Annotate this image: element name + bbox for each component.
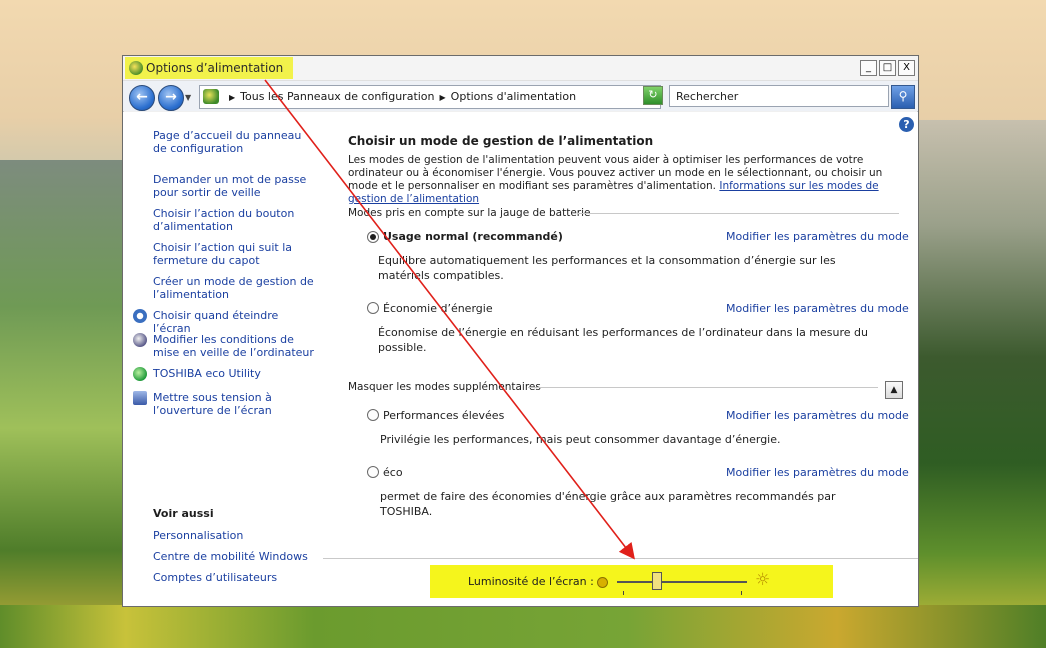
address-field[interactable]: ▶ Tous les Panneaux de configuration ▶ Opti… [199, 85, 707, 109]
window-title: Options d’alimentation [146, 61, 284, 75]
see-also-personalization[interactable]: Personnalisation [153, 529, 318, 542]
plan-settings-link-high-performance[interactable]: Modifier les paramètres du mode [726, 409, 909, 422]
plan-radio-balanced[interactable] [367, 231, 379, 243]
hide-additional-plans-label[interactable]: Masquer les modes supplémentaires [348, 381, 541, 393]
bright-sun-icon: ☼ [755, 570, 771, 590]
lid-open-icon [133, 391, 147, 405]
intro-text: Les modes de gestion de l'alimentation p… [348, 154, 893, 206]
search-icon[interactable]: ⚲ [891, 85, 915, 109]
plan-radio-power-saver[interactable] [367, 302, 379, 314]
power-options-icon [129, 61, 143, 75]
plan-radio-eco[interactable] [367, 466, 379, 478]
breadcrumb-control-panel[interactable]: Tous les Panneaux de configuration [240, 90, 434, 103]
sidebar-link-turn-off-display[interactable]: Choisir quand éteindre l’écran [153, 309, 318, 335]
wallpaper-right [916, 120, 1046, 648]
breadcrumb-power-options[interactable]: Options d'alimentation [451, 90, 576, 103]
collapse-arrow-icon[interactable]: ▲ [885, 381, 903, 399]
plan-settings-link-power-saver[interactable]: Modifier les paramètres du mode [726, 302, 909, 315]
plan-desc-balanced: Equilibre automatiquement les performanc… [378, 254, 836, 282]
breadcrumb-arrow-icon[interactable]: ▶ [229, 93, 235, 102]
sidebar-link-sleep-settings[interactable]: Modifier les conditions de mise en veill… [153, 333, 318, 359]
toshiba-eco-icon [133, 367, 147, 381]
plan-name-eco[interactable]: éco [383, 466, 403, 479]
address-bar: ← → ▼ ▶ Tous les Panneaux de configuratio… [123, 81, 918, 111]
search-input[interactable] [669, 85, 889, 107]
wallpaper-bottom [0, 605, 1046, 648]
slider-tick [741, 591, 742, 595]
sidebar-link-create-plan[interactable]: Créer un mode de gestion de l’alimentati… [153, 275, 318, 301]
brightness-label: Luminosité de l’écran : [468, 575, 594, 588]
dim-sun-icon [597, 577, 608, 588]
display-clock-icon [133, 309, 147, 323]
plan-name-power-saver[interactable]: Économie d’énergie [383, 302, 493, 315]
title-bar[interactable]: Options d’alimentation _ □ X [123, 56, 918, 81]
wallpaper-left [0, 160, 140, 648]
plan-desc-eco: permet de faire des économies d'énergie … [380, 490, 836, 518]
maximize-button[interactable]: □ [879, 60, 896, 76]
plan-desc-power-saver: Économise de l’énergie en réduisant les … [378, 326, 868, 354]
help-icon[interactable]: ? [899, 117, 914, 132]
close-button[interactable]: X [898, 60, 915, 76]
sleep-moon-icon [133, 333, 147, 347]
see-also-user-accounts[interactable]: Comptes d’utilisateurs [153, 571, 318, 584]
sidebar-link-power-button[interactable]: Choisir l’action du bouton d’alimentatio… [153, 207, 318, 233]
recent-pages-dropdown-icon[interactable]: ▼ [185, 93, 191, 102]
plan-settings-link-eco[interactable]: Modifier les paramètres du mode [726, 466, 909, 479]
bottom-divider [323, 558, 918, 559]
slider-tick [623, 591, 624, 595]
plan-settings-link-balanced[interactable]: Modifier les paramètres du mode [726, 230, 909, 243]
plan-radio-high-performance[interactable] [367, 409, 379, 421]
page-title: Choisir un mode de gestion de l’alimenta… [348, 134, 654, 148]
minimize-button[interactable]: _ [860, 60, 877, 76]
sidebar-link-wake-password[interactable]: Demander un mot de passe pour sortir de … [153, 173, 318, 199]
brightness-control: Luminosité de l’écran : ☼ [430, 565, 833, 598]
see-also-title: Voir aussi [153, 507, 214, 520]
section-divider [528, 387, 878, 388]
battery-meter-plans-label: Modes pris en compte sur la jauge de bat… [348, 207, 591, 219]
task-pane: Page d’accueil du panneau de configurati… [123, 112, 323, 606]
sidebar-link-lid-close[interactable]: Choisir l’action qui suit la fermeture d… [153, 241, 318, 267]
sidebar-link-home[interactable]: Page d’accueil du panneau de configurati… [153, 129, 318, 155]
breadcrumb-arrow-icon[interactable]: ▶ [440, 93, 446, 102]
plan-desc-high-performance: Privilégie les performances, mais peut c… [380, 433, 781, 446]
section-divider [577, 213, 899, 214]
plan-name-balanced[interactable]: Usage normal (recommandé) [383, 230, 563, 243]
power-options-window: Options d’alimentation _ □ X ← → ▼ ▶ Tous… [122, 55, 919, 607]
see-also-mobility-center[interactable]: Centre de mobilité Windows [153, 550, 318, 563]
refresh-icon[interactable]: ↻ [643, 86, 663, 105]
sidebar-link-power-on-lid-open[interactable]: Mettre sous tension à l’ouverture de l’é… [153, 391, 318, 417]
content-area: ? Page d’accueil du panneau de configura… [123, 112, 918, 606]
brightness-slider-thumb[interactable] [652, 572, 662, 590]
forward-arrow-icon[interactable]: → [158, 85, 184, 111]
sidebar-link-toshiba-eco[interactable]: TOSHIBA eco Utility [153, 367, 318, 380]
back-arrow-icon[interactable]: ← [129, 85, 155, 111]
control-panel-icon [203, 89, 219, 104]
brightness-slider-track[interactable] [617, 581, 747, 583]
plan-name-high-performance[interactable]: Performances élevées [383, 409, 504, 422]
